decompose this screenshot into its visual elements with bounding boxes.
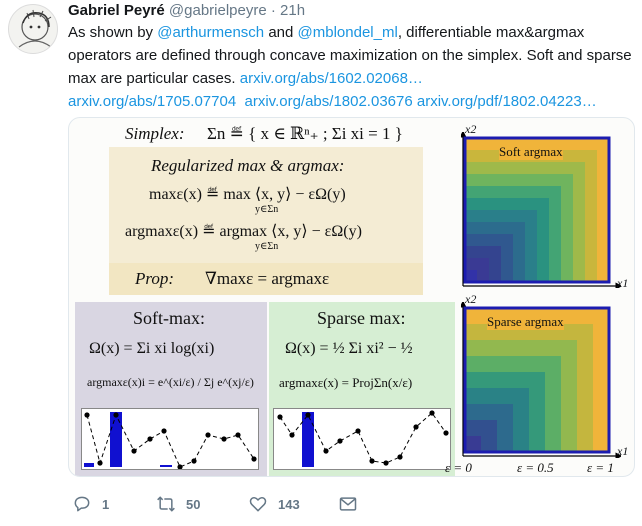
softmax-bar-small: [84, 463, 94, 467]
max-formula: maxε(x) ≝ max ⟨x, y⟩ − εΩ(y): [149, 186, 346, 203]
sparsemax-bar-main: [302, 412, 314, 467]
direct-message-button[interactable]: [338, 494, 358, 514]
argmax-subscript: y∈Σn: [255, 241, 279, 252]
reply-button[interactable]: 1: [72, 494, 109, 514]
tweet-header: Gabriel Peyré @gabrielpeyre · 21h: [68, 2, 305, 19]
prop-formula: ∇maxε = argmaxε: [205, 269, 330, 288]
softmax-plot: [81, 408, 259, 470]
tweet-time[interactable]: 21h: [280, 2, 305, 19]
retweet-button[interactable]: 50: [156, 494, 200, 514]
link-arxiv-3[interactable]: arxiv.org/abs/1802.03676: [245, 93, 413, 110]
tweet-media-image[interactable]: Simplex: Σn ≝ { x ∈ ℝⁿ₊ ; Σi xi = 1 } Re…: [68, 117, 635, 477]
author-handle[interactable]: @gabrielpeyre: [169, 2, 267, 19]
softmax-plot-svg: [84, 412, 257, 470]
sparsemax-argmax: argmaxε(x) = ProjΣn(x/ε): [279, 375, 413, 390]
mention-mblondel[interactable]: @mblondel_ml: [298, 24, 398, 41]
x1-axis-label-bottom: x1: [617, 444, 629, 458]
envelope-icon: [339, 497, 357, 511]
soft-argmax-label: Soft argmax: [499, 144, 563, 160]
link-arxiv-4[interactable]: arxiv.org/pdf/1802.04223…: [417, 93, 597, 110]
softmax-bar-tiny: [160, 465, 172, 467]
prop-label: Prop:: [135, 269, 175, 288]
sparse-argmax-label: Sparse argmax: [487, 314, 564, 330]
softmax-bar-main: [110, 412, 122, 467]
reply-count: 1: [102, 496, 110, 512]
max-subscript: y∈Σn: [255, 204, 279, 215]
avatar[interactable]: [8, 4, 58, 54]
avatar-sketch-icon: [18, 9, 52, 48]
separator: ·: [270, 2, 276, 19]
text-part: As shown by: [68, 24, 158, 41]
regularized-title: Regularized max & argmax:: [151, 156, 345, 175]
tweet-text: As shown by @arthurmensch and @mblondel_…: [68, 21, 634, 113]
simplex-formula: Σn ≝ { x ∈ ℝⁿ₊ ; Σi xi = 1 }: [207, 124, 403, 143]
like-count: 143: [278, 496, 300, 512]
sparsemax-plot: [273, 408, 451, 470]
sparsemax-omega: Ω(x) = ½ Σi xi² − ½: [285, 340, 413, 357]
link-arxiv-2[interactable]: arxiv.org/abs/1705.07704: [68, 93, 236, 110]
sparsemax-plot-svg: [277, 410, 449, 467]
heart-icon: [249, 497, 267, 512]
epsilon-label-half: ε = 0.5: [517, 460, 554, 475]
like-button[interactable]: 143: [248, 494, 300, 514]
simplex-label: Simplex:: [125, 124, 185, 143]
link-arxiv-1[interactable]: arxiv.org/abs/1602.02068…: [240, 70, 423, 87]
softmax-argmax: argmaxε(x)i = e^(xi/ε) / Σj e^(xj/ε): [87, 375, 254, 389]
retweet-icon: [157, 496, 175, 512]
x1-axis-label-top: x1: [617, 276, 629, 290]
epsilon-label-1: ε = 1: [587, 460, 614, 475]
mention-arthurmensch[interactable]: @arthurmensch: [157, 24, 264, 41]
retweet-count: 50: [186, 496, 201, 512]
reply-icon: [74, 496, 90, 512]
sparsemax-title: Sparse max:: [317, 308, 406, 328]
text-part: and: [264, 24, 298, 41]
author-name[interactable]: Gabriel Peyré: [68, 2, 165, 19]
softmax-omega: Ω(x) = Σi xi log(xi): [89, 340, 215, 357]
tweet-actions: 1 50 143: [68, 494, 398, 516]
epsilon-label-0: ε = 0: [445, 460, 472, 475]
argmax-formula: argmaxε(x) ≝ argmax ⟨x, y⟩ − εΩ(y): [125, 223, 362, 240]
softmax-title: Soft-max:: [133, 308, 205, 328]
